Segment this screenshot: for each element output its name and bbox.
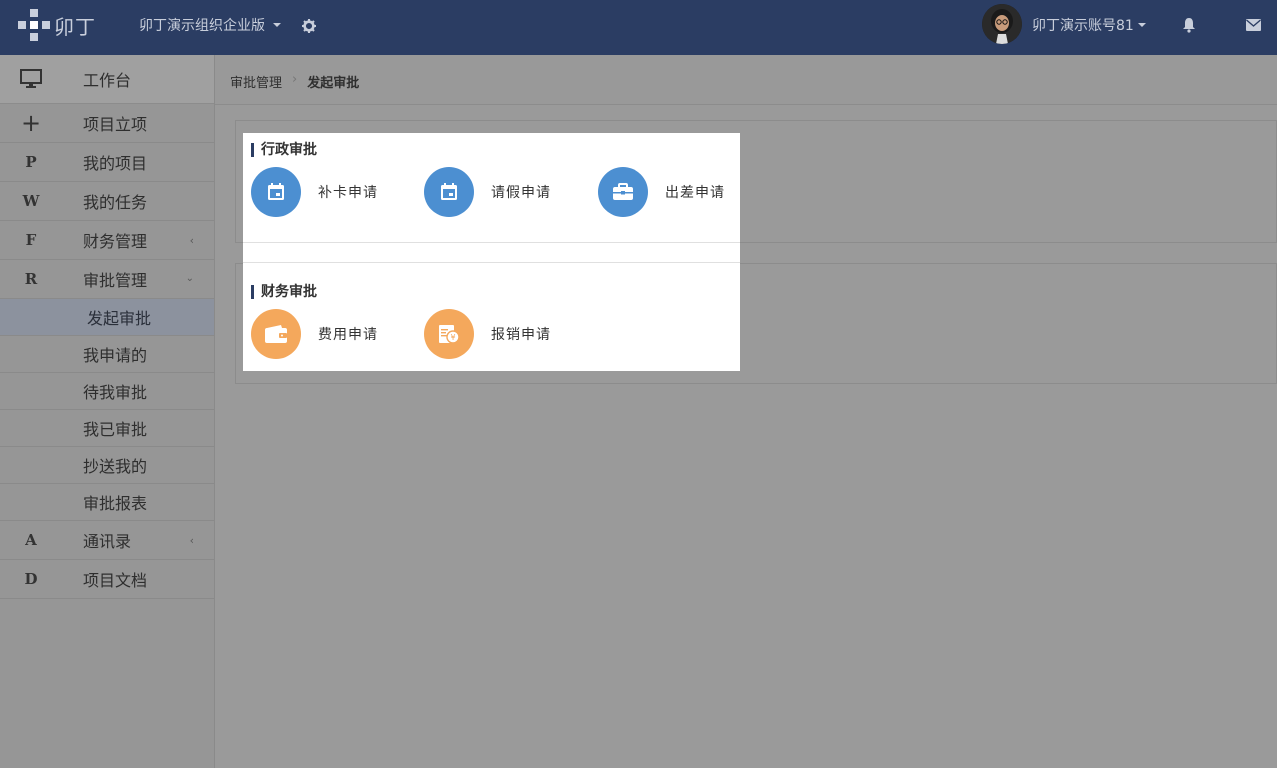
sidebar-subitem-approved[interactable]: 我已审批	[0, 410, 214, 447]
sidebar: 工作台 + 项目立项 P 我的项目 W 我的任务 F 财务管理 ‹ R 审批管理…	[0, 55, 215, 768]
monitor-icon	[20, 69, 42, 88]
svg-text:¥: ¥	[450, 333, 455, 342]
chevron-left-icon: ‹	[189, 534, 194, 547]
sidebar-item-project-docs[interactable]: D 项目文档	[0, 560, 214, 599]
app-card-leave[interactable]: 请假申请	[424, 167, 551, 217]
section-title-admin-approval: 行政审批	[251, 143, 317, 157]
sidebar-item-project-setup[interactable]: + 项目立项	[0, 104, 214, 143]
app-label: 费用申请	[318, 327, 378, 343]
letter-r-icon: R	[24, 270, 38, 288]
sidebar-item-label: 项目立项	[83, 115, 148, 134]
breadcrumb-bar: 审批管理 › 发起审批	[215, 55, 1277, 105]
app-label: 报销申请	[491, 327, 551, 343]
letter-f-icon: F	[25, 231, 37, 249]
mail-icon[interactable]	[1246, 19, 1261, 31]
sidebar-item-label: 财务管理	[83, 232, 148, 251]
sidebar-item-finance[interactable]: F 财务管理 ‹	[0, 221, 214, 260]
wallet-icon	[251, 309, 301, 359]
gear-icon[interactable]	[302, 19, 316, 33]
app-card-expense[interactable]: 费用申请	[251, 309, 378, 359]
plus-icon: +	[20, 109, 42, 137]
sidebar-item-my-tasks[interactable]: W 我的任务	[0, 182, 214, 221]
app-label: 出差申请	[665, 185, 725, 201]
sidebar-subitem-label: 抄送我的	[83, 457, 148, 476]
account-name: 卯丁演示账号81	[1032, 18, 1134, 34]
logo-text: 卯丁	[54, 14, 96, 39]
app-card-business-trip[interactable]: 出差申请	[598, 167, 725, 217]
calendar-icon	[424, 167, 474, 217]
sidebar-item-label: 工作台	[83, 71, 132, 90]
breadcrumb-current: 发起审批	[307, 76, 360, 91]
sidebar-subitem-my-applications[interactable]: 我申请的	[0, 336, 214, 373]
app-label: 请假申请	[491, 185, 551, 201]
sidebar-item-workbench[interactable]: 工作台	[0, 55, 214, 104]
sidebar-item-label: 我的任务	[83, 193, 148, 212]
sidebar-subitem-label: 审批报表	[83, 494, 148, 513]
sidebar-item-label: 审批管理	[83, 271, 148, 290]
sidebar-item-contacts[interactable]: A 通讯录 ‹	[0, 521, 214, 560]
sidebar-subitem-label: 发起审批	[87, 309, 152, 328]
sidebar-subitem-label: 待我审批	[83, 383, 148, 402]
calendar-icon	[251, 167, 301, 217]
letter-a-icon: A	[25, 531, 37, 549]
app-logo[interactable]: 卯丁	[18, 8, 110, 42]
sidebar-subitem-pending-approval[interactable]: 待我审批	[0, 373, 214, 410]
app-label: 补卡申请	[318, 185, 378, 201]
top-bar: 卯丁 卯丁演示组织企业版 卯丁演示账号81	[0, 0, 1277, 55]
org-name: 卯丁演示组织企业版	[139, 18, 265, 34]
bell-icon[interactable]	[1182, 17, 1196, 33]
sidebar-subitem-approval-report[interactable]: 审批报表	[0, 484, 214, 521]
sidebar-item-my-projects[interactable]: P 我的项目	[0, 143, 214, 182]
receipt-yen-icon: ¥	[424, 309, 474, 359]
chevron-down-icon: ⌄	[185, 273, 194, 284]
org-switcher[interactable]: 卯丁演示组织企业版	[139, 15, 281, 35]
chevron-left-icon: ‹	[189, 234, 194, 247]
logo-mark-icon	[18, 9, 50, 41]
avatar[interactable]	[982, 4, 1022, 44]
letter-d-icon: D	[24, 570, 38, 588]
caret-down-icon	[1137, 23, 1146, 27]
breadcrumb-separator: ›	[292, 72, 298, 87]
section-divider	[243, 242, 740, 263]
section-title-finance-approval: 财务审批	[251, 285, 317, 299]
app-card-reimbursement[interactable]: ¥ 报销申请	[424, 309, 551, 359]
letter-w-icon: W	[22, 192, 40, 210]
sidebar-item-label: 我的项目	[83, 154, 148, 173]
sidebar-item-approval[interactable]: R 审批管理 ⌄	[0, 260, 214, 299]
sidebar-subitem-cc-me[interactable]: 抄送我的	[0, 447, 214, 484]
app-card-replenish[interactable]: 补卡申请	[251, 167, 378, 217]
breadcrumb: 审批管理 › 发起审批	[230, 72, 359, 91]
sidebar-subitem-label: 我已审批	[83, 420, 148, 439]
approval-type-card: 行政审批 补卡申请 请假申请 出差申请 财务审批 费用申请 ¥ 报销申请	[243, 133, 740, 371]
sidebar-subitem-label: 我申请的	[83, 346, 148, 365]
account-menu[interactable]: 卯丁演示账号81	[1032, 15, 1146, 35]
sidebar-item-label: 项目文档	[83, 571, 148, 590]
breadcrumb-parent[interactable]: 审批管理	[230, 72, 282, 91]
sidebar-item-label: 通讯录	[83, 532, 132, 551]
sidebar-subitem-start-approval[interactable]: 发起审批	[0, 299, 214, 336]
letter-p-icon: P	[25, 153, 37, 171]
briefcase-icon	[598, 167, 648, 217]
caret-down-icon	[273, 23, 281, 27]
